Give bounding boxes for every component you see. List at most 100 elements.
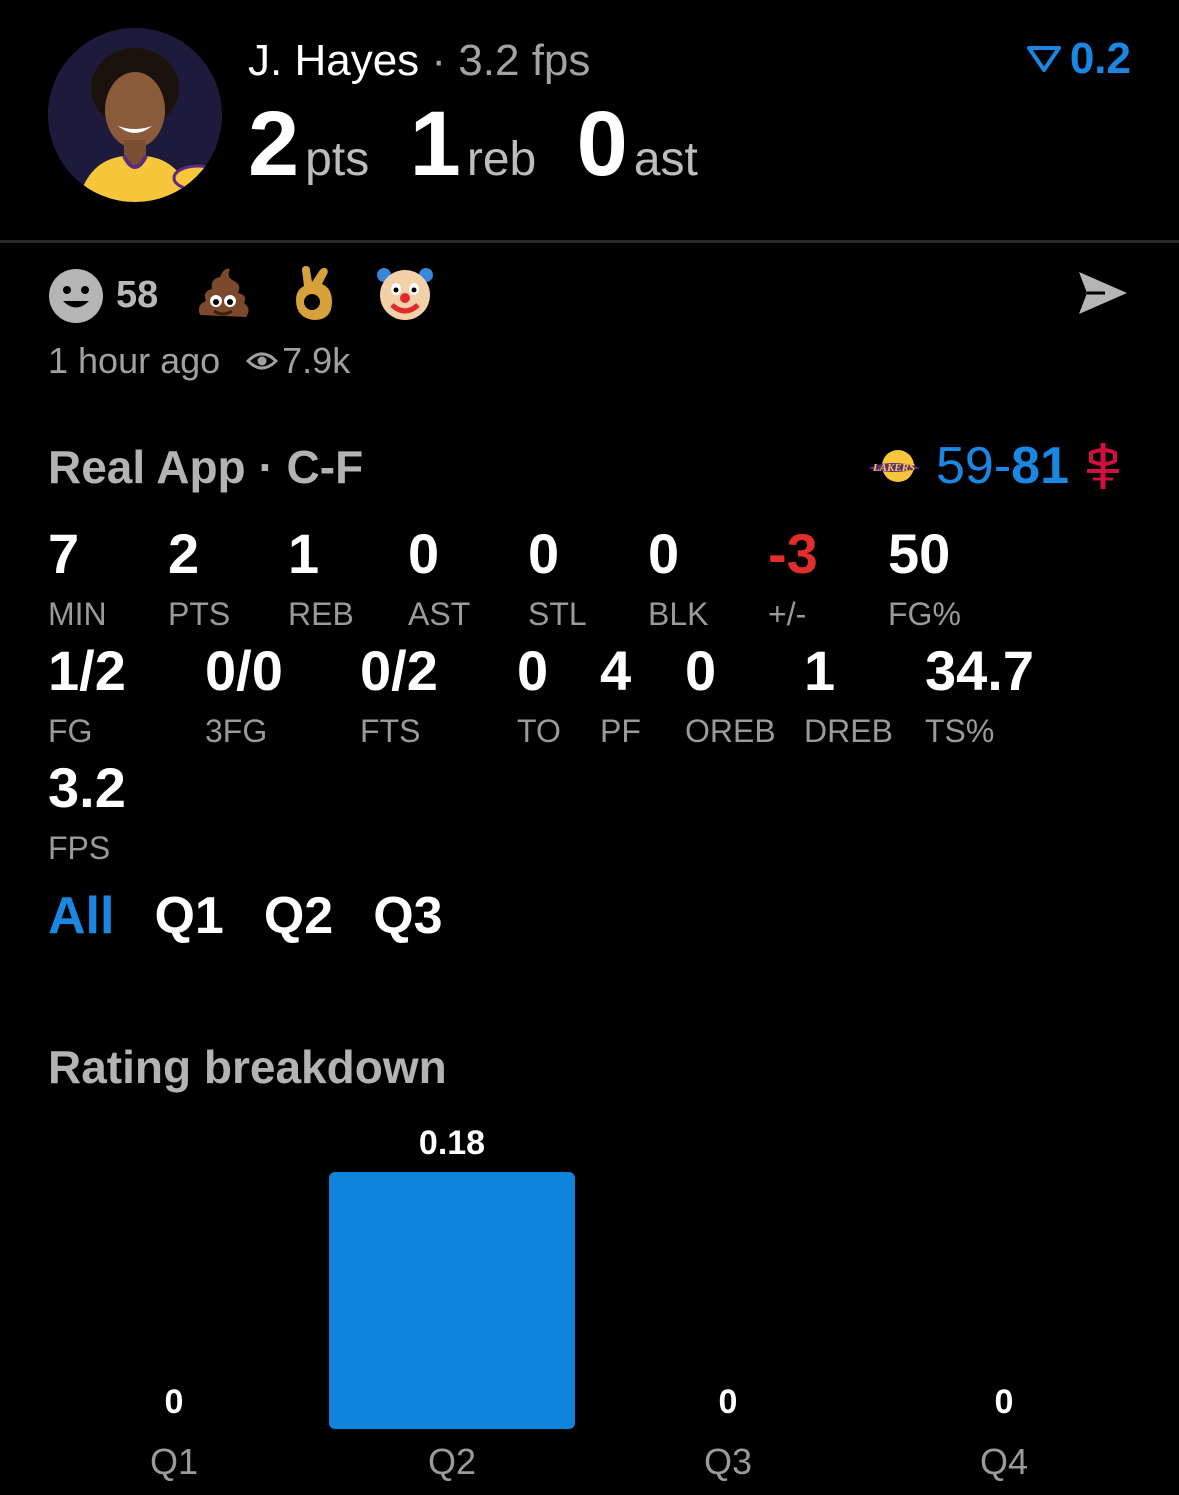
tab-all[interactable]: All — [48, 886, 114, 946]
source-line: Real App · C-F — [48, 440, 363, 494]
stat-value: 0 — [517, 639, 549, 702]
home-score: 59 — [935, 437, 994, 495]
stat-to: 0 TO — [517, 643, 561, 750]
bar-value-label: 0 — [719, 1383, 738, 1421]
stat-oreb: 0 OREB — [685, 643, 776, 750]
stat-label: AST — [408, 596, 471, 632]
player-position: C-F — [286, 441, 364, 493]
rating-breakdown-chart: 0 Q1 0.18 Q2 0 Q3 0 Q4 — [150, 1124, 1028, 1482]
rating-value: 0.2 — [1069, 34, 1131, 83]
pts-unit: pts — [305, 133, 370, 186]
stat-min: 7 MIN — [48, 526, 107, 633]
rating-filter-icon — [1026, 46, 1061, 72]
player-avatar[interactable] — [48, 28, 222, 202]
share-button[interactable] — [1075, 268, 1131, 323]
stat-label: OREB — [685, 713, 776, 749]
stat-value: 1 — [804, 639, 836, 702]
tab-q3[interactable]: Q3 — [373, 886, 442, 946]
player-title-line: J. Hayes · 3.2 fps — [248, 36, 590, 86]
stat-value: 0/0 — [205, 639, 283, 702]
header-divider — [0, 240, 1179, 243]
ast-unit: ast — [633, 133, 698, 186]
stat-pts: 2 PTS — [168, 526, 230, 633]
stat-fts: 0/2 FTS — [360, 643, 438, 750]
send-icon — [1079, 272, 1127, 314]
stat-stl: 0 STL — [528, 526, 587, 633]
tab-q2[interactable]: Q2 — [264, 886, 333, 946]
stat-label: FPS — [48, 830, 111, 866]
stat-label: STL — [528, 596, 587, 632]
stat-value: 50 — [888, 522, 951, 585]
stat-label: PF — [600, 713, 641, 749]
rating-badge[interactable]: 0.2 — [1026, 34, 1131, 84]
stat-fps: 3.2 FPS — [48, 760, 126, 867]
pts-value: 2 — [248, 93, 300, 195]
player-name[interactable]: J. Hayes — [248, 36, 419, 85]
category-label: Q3 — [704, 1441, 752, 1482]
stat-value: 7 — [48, 522, 80, 585]
bar-value-label: 0 — [995, 1383, 1014, 1421]
stat-fg: 1/2 FG — [48, 643, 126, 750]
stat-label: PTS — [168, 596, 231, 632]
svg-text:LAKERS: LAKERS — [872, 462, 915, 474]
stat-ts-pct: 34.7 TS% — [925, 643, 1034, 750]
views-count: 7.9k — [282, 340, 351, 381]
source-name: Real App — [48, 441, 246, 493]
category-label: Q4 — [980, 1441, 1028, 1482]
stat-ast: 0 AST — [408, 526, 470, 633]
stat-value: 2 — [168, 522, 200, 585]
game-score[interactable]: LAKERS 59-81 — [866, 436, 1123, 496]
stat-label: REB — [288, 596, 354, 632]
stat-label: FG — [48, 713, 93, 749]
lakers-logo-icon: LAKERS — [867, 450, 920, 482]
post-meta: 1 hour ago 7.9k — [48, 340, 350, 382]
bar-value-label: 0.18 — [419, 1124, 485, 1162]
clown-face-icon[interactable] — [376, 265, 434, 326]
stat-label: +/- — [768, 596, 807, 632]
reb-unit: reb — [466, 133, 537, 186]
stat-dreb: 1 DREB — [804, 643, 893, 750]
quarter-tabs: All Q1 Q2 Q3 — [48, 886, 443, 946]
player-line-stats: 2 pts 1 reb 0 ast — [248, 92, 734, 197]
stat-3fg: 0/0 3FG — [205, 643, 283, 750]
pile-of-poo-icon[interactable] — [194, 265, 252, 326]
post-time: 1 hour ago — [48, 340, 221, 381]
away-score: 81 — [1011, 437, 1069, 495]
stat-label: TS% — [925, 713, 995, 749]
stat-value: 0 — [685, 639, 717, 702]
source-separator: · — [258, 441, 274, 493]
reaction-count: 58 — [116, 274, 159, 316]
ok-hand-icon[interactable] — [292, 264, 336, 327]
stat-value: 34.7 — [925, 639, 1034, 702]
stat-label: FG% — [888, 596, 961, 632]
views-counter: 7.9k — [246, 340, 350, 382]
stat-value: -3 — [768, 522, 818, 585]
tab-q1[interactable]: Q1 — [154, 886, 223, 946]
stat-value: 1/2 — [48, 639, 126, 702]
stat-value: 3.2 — [48, 756, 126, 819]
stat-value: 1 — [288, 522, 320, 585]
stat-label: MIN — [48, 596, 107, 632]
player-fps: 3.2 fps — [458, 36, 591, 85]
bar-q2[interactable] — [329, 1172, 575, 1429]
stat-value: 0 — [648, 522, 680, 585]
stat-fg-pct: 50 FG% — [888, 526, 961, 633]
category-label: Q1 — [150, 1441, 198, 1482]
stat-blk: 0 BLK — [648, 526, 708, 633]
rockets-logo-icon — [1087, 443, 1119, 489]
smiley-reaction-icon[interactable] — [48, 268, 104, 324]
stat-value: 0/2 — [360, 639, 438, 702]
stat-label: DREB — [804, 713, 893, 749]
stat-value: 0 — [528, 522, 560, 585]
title-separator: · — [431, 36, 447, 85]
stat-label: FTS — [360, 713, 421, 749]
score-dash: - — [993, 437, 1012, 495]
eye-icon — [246, 352, 279, 370]
bar-value-label: 0 — [165, 1383, 184, 1421]
stat-value: 4 — [600, 639, 632, 702]
player-photo-icon — [48, 28, 222, 202]
stat-plus-minus: -3 +/- — [768, 526, 818, 633]
stat-label: 3FG — [205, 713, 268, 749]
stat-pf: 4 PF — [600, 643, 641, 750]
ast-value: 0 — [576, 93, 628, 195]
